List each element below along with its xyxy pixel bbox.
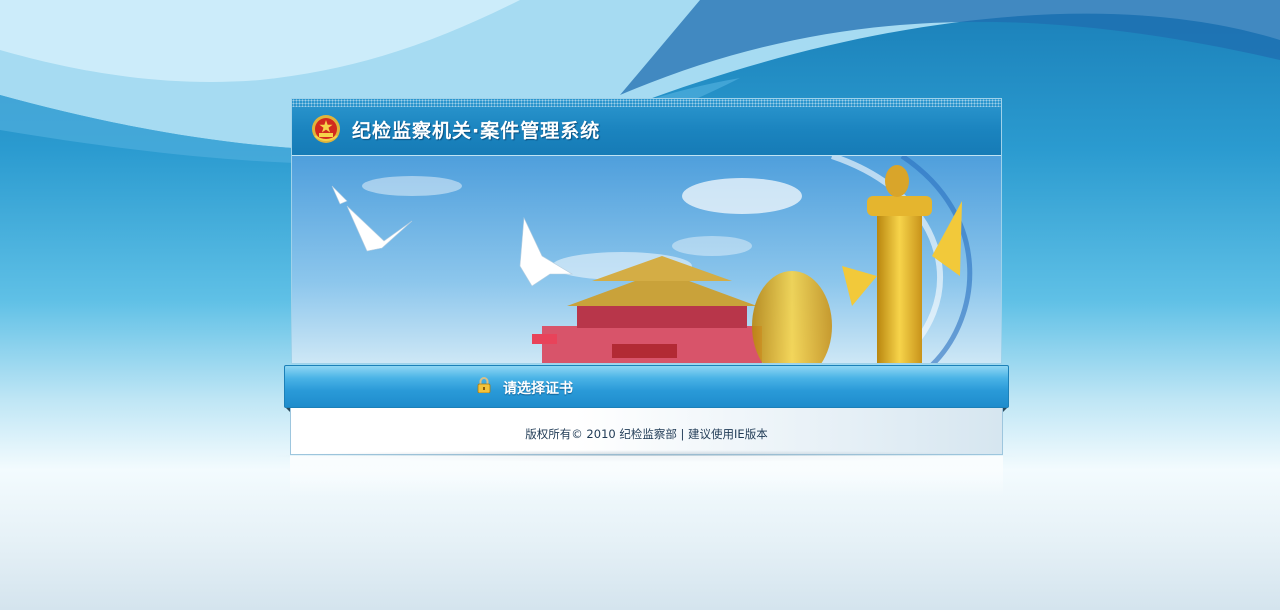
panel-header: 纪检监察机关·案件管理系统 xyxy=(292,99,1001,156)
app-title: 纪检监察机关·案件管理系统 xyxy=(352,120,601,142)
lock-icon xyxy=(477,377,491,393)
national-emblem-icon xyxy=(312,115,340,143)
copyright-text: 版权所有© 2010 纪检监察部 | 建议使用IE版本 xyxy=(525,427,768,441)
panel-reflection xyxy=(290,456,1003,496)
dot-pattern xyxy=(292,99,1001,107)
certificate-bar: 请选择证书 xyxy=(284,365,1009,408)
footer-box: 版权所有© 2010 纪检监察部 | 建议使用IE版本 xyxy=(290,408,1003,455)
select-certificate-link[interactable]: 请选择证书 xyxy=(503,378,573,398)
banner-image xyxy=(292,156,1001,363)
login-panel: 纪检监察机关·案件管理系统 xyxy=(291,98,1002,364)
